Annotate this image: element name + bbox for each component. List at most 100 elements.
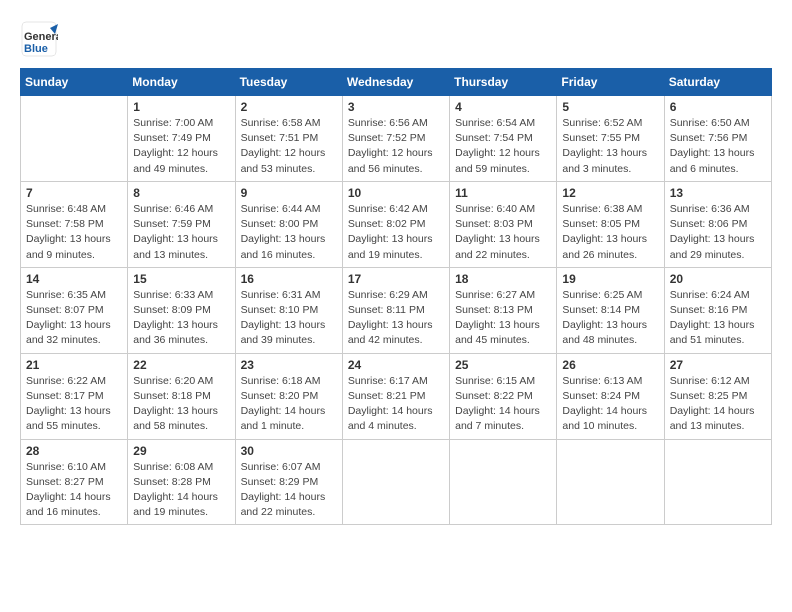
day-number: 11 [455,186,551,200]
day-info: Sunrise: 6:35 AMSunset: 8:07 PMDaylight:… [26,288,122,349]
day-number: 10 [348,186,444,200]
day-info: Sunrise: 6:12 AMSunset: 8:25 PMDaylight:… [670,374,766,435]
day-number: 20 [670,272,766,286]
calendar-cell: 6 Sunrise: 6:50 AMSunset: 7:56 PMDaylight… [664,96,771,182]
calendar-cell: 23 Sunrise: 6:18 AMSunset: 8:20 PMDayligh… [235,353,342,439]
day-info: Sunrise: 7:00 AMSunset: 7:49 PMDaylight:… [133,116,229,177]
day-number: 18 [455,272,551,286]
day-info: Sunrise: 6:24 AMSunset: 8:16 PMDaylight:… [670,288,766,349]
column-header-saturday: Saturday [664,69,771,96]
column-header-sunday: Sunday [21,69,128,96]
calendar-cell: 15 Sunrise: 6:33 AMSunset: 8:09 PMDayligh… [128,267,235,353]
week-row-5: 28 Sunrise: 6:10 AMSunset: 8:27 PMDayligh… [21,439,772,525]
calendar-cell [664,439,771,525]
logo-icon: General Blue [20,20,58,58]
calendar-cell [557,439,664,525]
day-info: Sunrise: 6:36 AMSunset: 8:06 PMDaylight:… [670,202,766,263]
day-number: 29 [133,444,229,458]
day-number: 27 [670,358,766,372]
calendar-cell: 2 Sunrise: 6:58 AMSunset: 7:51 PMDaylight… [235,96,342,182]
day-number: 25 [455,358,551,372]
calendar-cell: 19 Sunrise: 6:25 AMSunset: 8:14 PMDayligh… [557,267,664,353]
day-number: 5 [562,100,658,114]
column-header-thursday: Thursday [450,69,557,96]
day-number: 7 [26,186,122,200]
day-number: 17 [348,272,444,286]
day-info: Sunrise: 6:50 AMSunset: 7:56 PMDaylight:… [670,116,766,177]
day-info: Sunrise: 6:10 AMSunset: 8:27 PMDaylight:… [26,460,122,521]
day-info: Sunrise: 6:48 AMSunset: 7:58 PMDaylight:… [26,202,122,263]
day-info: Sunrise: 6:20 AMSunset: 8:18 PMDaylight:… [133,374,229,435]
calendar-header-row: SundayMondayTuesdayWednesdayThursdayFrid… [21,69,772,96]
day-number: 2 [241,100,337,114]
column-header-monday: Monday [128,69,235,96]
day-number: 8 [133,186,229,200]
day-number: 9 [241,186,337,200]
day-info: Sunrise: 6:58 AMSunset: 7:51 PMDaylight:… [241,116,337,177]
calendar-cell [21,96,128,182]
day-info: Sunrise: 6:56 AMSunset: 7:52 PMDaylight:… [348,116,444,177]
day-number: 19 [562,272,658,286]
calendar-cell [450,439,557,525]
calendar-cell: 7 Sunrise: 6:48 AMSunset: 7:58 PMDaylight… [21,181,128,267]
day-info: Sunrise: 6:25 AMSunset: 8:14 PMDaylight:… [562,288,658,349]
day-number: 24 [348,358,444,372]
calendar-cell [342,439,449,525]
day-info: Sunrise: 6:15 AMSunset: 8:22 PMDaylight:… [455,374,551,435]
day-info: Sunrise: 6:08 AMSunset: 8:28 PMDaylight:… [133,460,229,521]
calendar-cell: 30 Sunrise: 6:07 AMSunset: 8:29 PMDayligh… [235,439,342,525]
day-number: 4 [455,100,551,114]
calendar-cell: 1 Sunrise: 7:00 AMSunset: 7:49 PMDaylight… [128,96,235,182]
day-info: Sunrise: 6:17 AMSunset: 8:21 PMDaylight:… [348,374,444,435]
logo: General Blue [20,20,58,58]
day-number: 12 [562,186,658,200]
calendar-cell: 4 Sunrise: 6:54 AMSunset: 7:54 PMDaylight… [450,96,557,182]
day-number: 28 [26,444,122,458]
day-number: 1 [133,100,229,114]
day-number: 22 [133,358,229,372]
day-info: Sunrise: 6:27 AMSunset: 8:13 PMDaylight:… [455,288,551,349]
day-info: Sunrise: 6:07 AMSunset: 8:29 PMDaylight:… [241,460,337,521]
calendar-cell: 9 Sunrise: 6:44 AMSunset: 8:00 PMDaylight… [235,181,342,267]
day-info: Sunrise: 6:38 AMSunset: 8:05 PMDaylight:… [562,202,658,263]
day-info: Sunrise: 6:31 AMSunset: 8:10 PMDaylight:… [241,288,337,349]
day-number: 6 [670,100,766,114]
day-info: Sunrise: 6:22 AMSunset: 8:17 PMDaylight:… [26,374,122,435]
day-info: Sunrise: 6:44 AMSunset: 8:00 PMDaylight:… [241,202,337,263]
calendar-cell: 18 Sunrise: 6:27 AMSunset: 8:13 PMDayligh… [450,267,557,353]
calendar-cell: 21 Sunrise: 6:22 AMSunset: 8:17 PMDayligh… [21,353,128,439]
day-info: Sunrise: 6:33 AMSunset: 8:09 PMDaylight:… [133,288,229,349]
calendar-cell: 12 Sunrise: 6:38 AMSunset: 8:05 PMDayligh… [557,181,664,267]
week-row-4: 21 Sunrise: 6:22 AMSunset: 8:17 PMDayligh… [21,353,772,439]
calendar-cell: 29 Sunrise: 6:08 AMSunset: 8:28 PMDayligh… [128,439,235,525]
column-header-tuesday: Tuesday [235,69,342,96]
day-number: 23 [241,358,337,372]
calendar-cell: 14 Sunrise: 6:35 AMSunset: 8:07 PMDayligh… [21,267,128,353]
day-number: 14 [26,272,122,286]
calendar-cell: 25 Sunrise: 6:15 AMSunset: 8:22 PMDayligh… [450,353,557,439]
day-number: 3 [348,100,444,114]
day-number: 13 [670,186,766,200]
day-number: 21 [26,358,122,372]
calendar-cell: 5 Sunrise: 6:52 AMSunset: 7:55 PMDaylight… [557,96,664,182]
day-info: Sunrise: 6:18 AMSunset: 8:20 PMDaylight:… [241,374,337,435]
day-number: 15 [133,272,229,286]
day-info: Sunrise: 6:13 AMSunset: 8:24 PMDaylight:… [562,374,658,435]
calendar-cell: 3 Sunrise: 6:56 AMSunset: 7:52 PMDaylight… [342,96,449,182]
day-info: Sunrise: 6:52 AMSunset: 7:55 PMDaylight:… [562,116,658,177]
calendar-cell: 16 Sunrise: 6:31 AMSunset: 8:10 PMDayligh… [235,267,342,353]
week-row-2: 7 Sunrise: 6:48 AMSunset: 7:58 PMDaylight… [21,181,772,267]
calendar-cell: 8 Sunrise: 6:46 AMSunset: 7:59 PMDaylight… [128,181,235,267]
calendar-cell: 13 Sunrise: 6:36 AMSunset: 8:06 PMDayligh… [664,181,771,267]
page-header: General Blue [20,20,772,58]
day-info: Sunrise: 6:40 AMSunset: 8:03 PMDaylight:… [455,202,551,263]
calendar-cell: 27 Sunrise: 6:12 AMSunset: 8:25 PMDayligh… [664,353,771,439]
day-info: Sunrise: 6:54 AMSunset: 7:54 PMDaylight:… [455,116,551,177]
calendar-cell: 11 Sunrise: 6:40 AMSunset: 8:03 PMDayligh… [450,181,557,267]
day-number: 30 [241,444,337,458]
calendar-cell: 24 Sunrise: 6:17 AMSunset: 8:21 PMDayligh… [342,353,449,439]
day-info: Sunrise: 6:46 AMSunset: 7:59 PMDaylight:… [133,202,229,263]
day-number: 16 [241,272,337,286]
week-row-1: 1 Sunrise: 7:00 AMSunset: 7:49 PMDaylight… [21,96,772,182]
svg-text:Blue: Blue [24,43,48,55]
